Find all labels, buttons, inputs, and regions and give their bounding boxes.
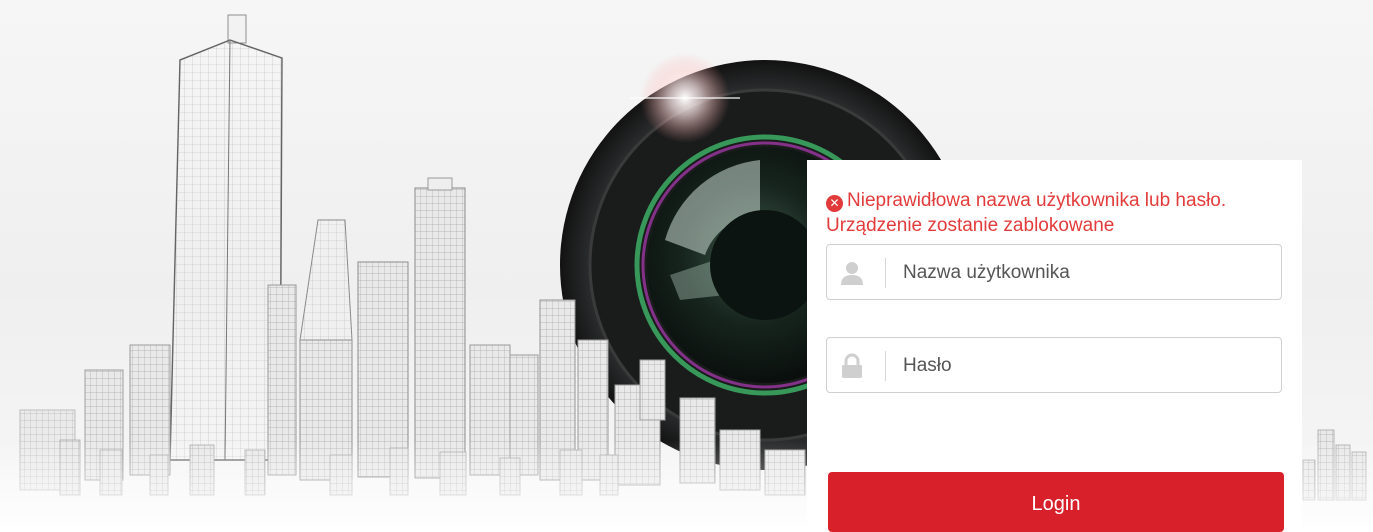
lock-icon bbox=[842, 353, 862, 378]
username-separator bbox=[885, 258, 886, 288]
error-circle-x-icon: ✕ bbox=[826, 195, 843, 212]
password-field[interactable] bbox=[826, 337, 1282, 393]
username-field[interactable] bbox=[826, 244, 1282, 300]
password-input[interactable] bbox=[901, 346, 1275, 386]
username-input[interactable] bbox=[901, 253, 1275, 293]
login-button[interactable]: Login bbox=[828, 472, 1284, 532]
error-message: ✕ Nieprawidłowa nazwa użytkownika lub has… bbox=[826, 188, 1286, 238]
user-icon bbox=[841, 262, 863, 285]
password-separator bbox=[885, 351, 886, 381]
login-panel: ✕ Nieprawidłowa nazwa użytkownika lub has… bbox=[807, 160, 1302, 532]
error-message-text: Nieprawidłowa nazwa użytkownika lub hasł… bbox=[826, 190, 1227, 236]
